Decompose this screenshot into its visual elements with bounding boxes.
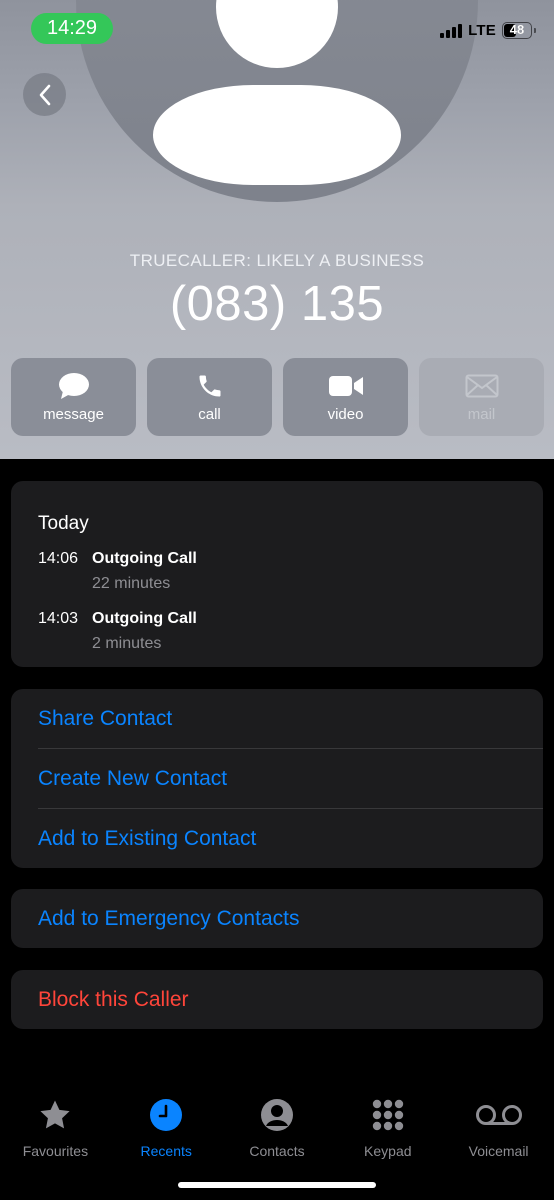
share-contact-button[interactable]: Share Contact	[38, 689, 543, 748]
person-circle-icon	[260, 1099, 293, 1131]
history-day-label: Today	[38, 513, 89, 534]
block-caller-button[interactable]: Block this Caller	[38, 970, 543, 1029]
call-type: Outgoing Call	[92, 550, 197, 567]
call-time: 14:03	[38, 610, 79, 627]
tab-label: Favourites	[22, 1143, 89, 1159]
call-entry: 14:06 Outgoing Call	[38, 550, 197, 568]
mail-label: mail	[467, 406, 496, 423]
battery-level: 48	[509, 22, 525, 37]
avatar-placeholder-icon	[76, 0, 478, 202]
clock-icon	[150, 1099, 183, 1131]
tab-label: Keypad	[364, 1143, 412, 1159]
envelope-icon	[465, 374, 498, 398]
video-button[interactable]: video	[283, 358, 408, 436]
contact-options-card: Share Contact Create New Contact Add to …	[11, 689, 543, 868]
tab-favourites[interactable]: Favourites	[0, 1085, 111, 1200]
status-time[interactable]: 14:29	[31, 13, 113, 44]
phone-number: (083) 135	[169, 277, 385, 331]
signal-icon	[440, 23, 463, 38]
message-label: message	[43, 406, 104, 423]
status-indicators: LTE 48	[440, 22, 536, 39]
network-type: LTE	[468, 22, 496, 39]
video-camera-icon	[328, 376, 363, 396]
tab-label: Recents	[140, 1143, 192, 1159]
call-duration: 22 minutes	[92, 575, 171, 592]
add-to-existing-contact-button[interactable]: Add to Existing Contact	[38, 809, 543, 868]
call-entry: 14:03 Outgoing Call	[38, 610, 197, 628]
contact-detail-screen: 14:29 LTE 48 TRUECALLER: LIKELY A BUSINE…	[0, 0, 554, 1200]
back-button[interactable]	[23, 73, 66, 116]
contact-header: 14:29 LTE 48 TRUECALLER: LIKELY A BUSINE…	[0, 0, 554, 459]
tab-label: Voicemail	[468, 1143, 529, 1159]
voicemail-icon	[475, 1105, 522, 1125]
message-bubble-icon	[58, 373, 89, 399]
call-time: 14:06	[38, 550, 79, 567]
phone-icon	[199, 375, 220, 397]
call-button[interactable]: call	[147, 358, 272, 436]
avatar-head	[216, 0, 338, 68]
battery-icon: 48	[502, 22, 536, 39]
call-duration: 2 minutes	[92, 635, 162, 652]
chevron-left-icon	[39, 84, 50, 105]
avatar-body	[153, 85, 401, 185]
message-button[interactable]: message	[11, 358, 136, 436]
tab-label: Contacts	[249, 1143, 305, 1159]
create-new-contact-button[interactable]: Create New Contact	[38, 749, 543, 808]
mail-button[interactable]: mail	[419, 358, 544, 436]
call-history-card: Today 14:06 Outgoing Call 22 minutes 14:0…	[11, 481, 543, 667]
video-label: video	[327, 406, 364, 423]
call-type: Outgoing Call	[92, 610, 197, 627]
caller-id-label: TRUECALLER: LIKELY A BUSINESS	[129, 251, 425, 270]
star-icon	[40, 1100, 70, 1129]
call-label: call	[198, 406, 221, 423]
keypad-icon	[372, 1099, 403, 1131]
tab-voicemail[interactable]: Voicemail	[443, 1085, 554, 1200]
home-indicator[interactable]	[178, 1182, 376, 1188]
emergency-card: Add to Emergency Contacts	[11, 889, 543, 948]
block-card: Block this Caller	[11, 970, 543, 1029]
action-buttons: message call video mail	[11, 358, 544, 436]
add-to-emergency-contacts-button[interactable]: Add to Emergency Contacts	[38, 889, 543, 948]
